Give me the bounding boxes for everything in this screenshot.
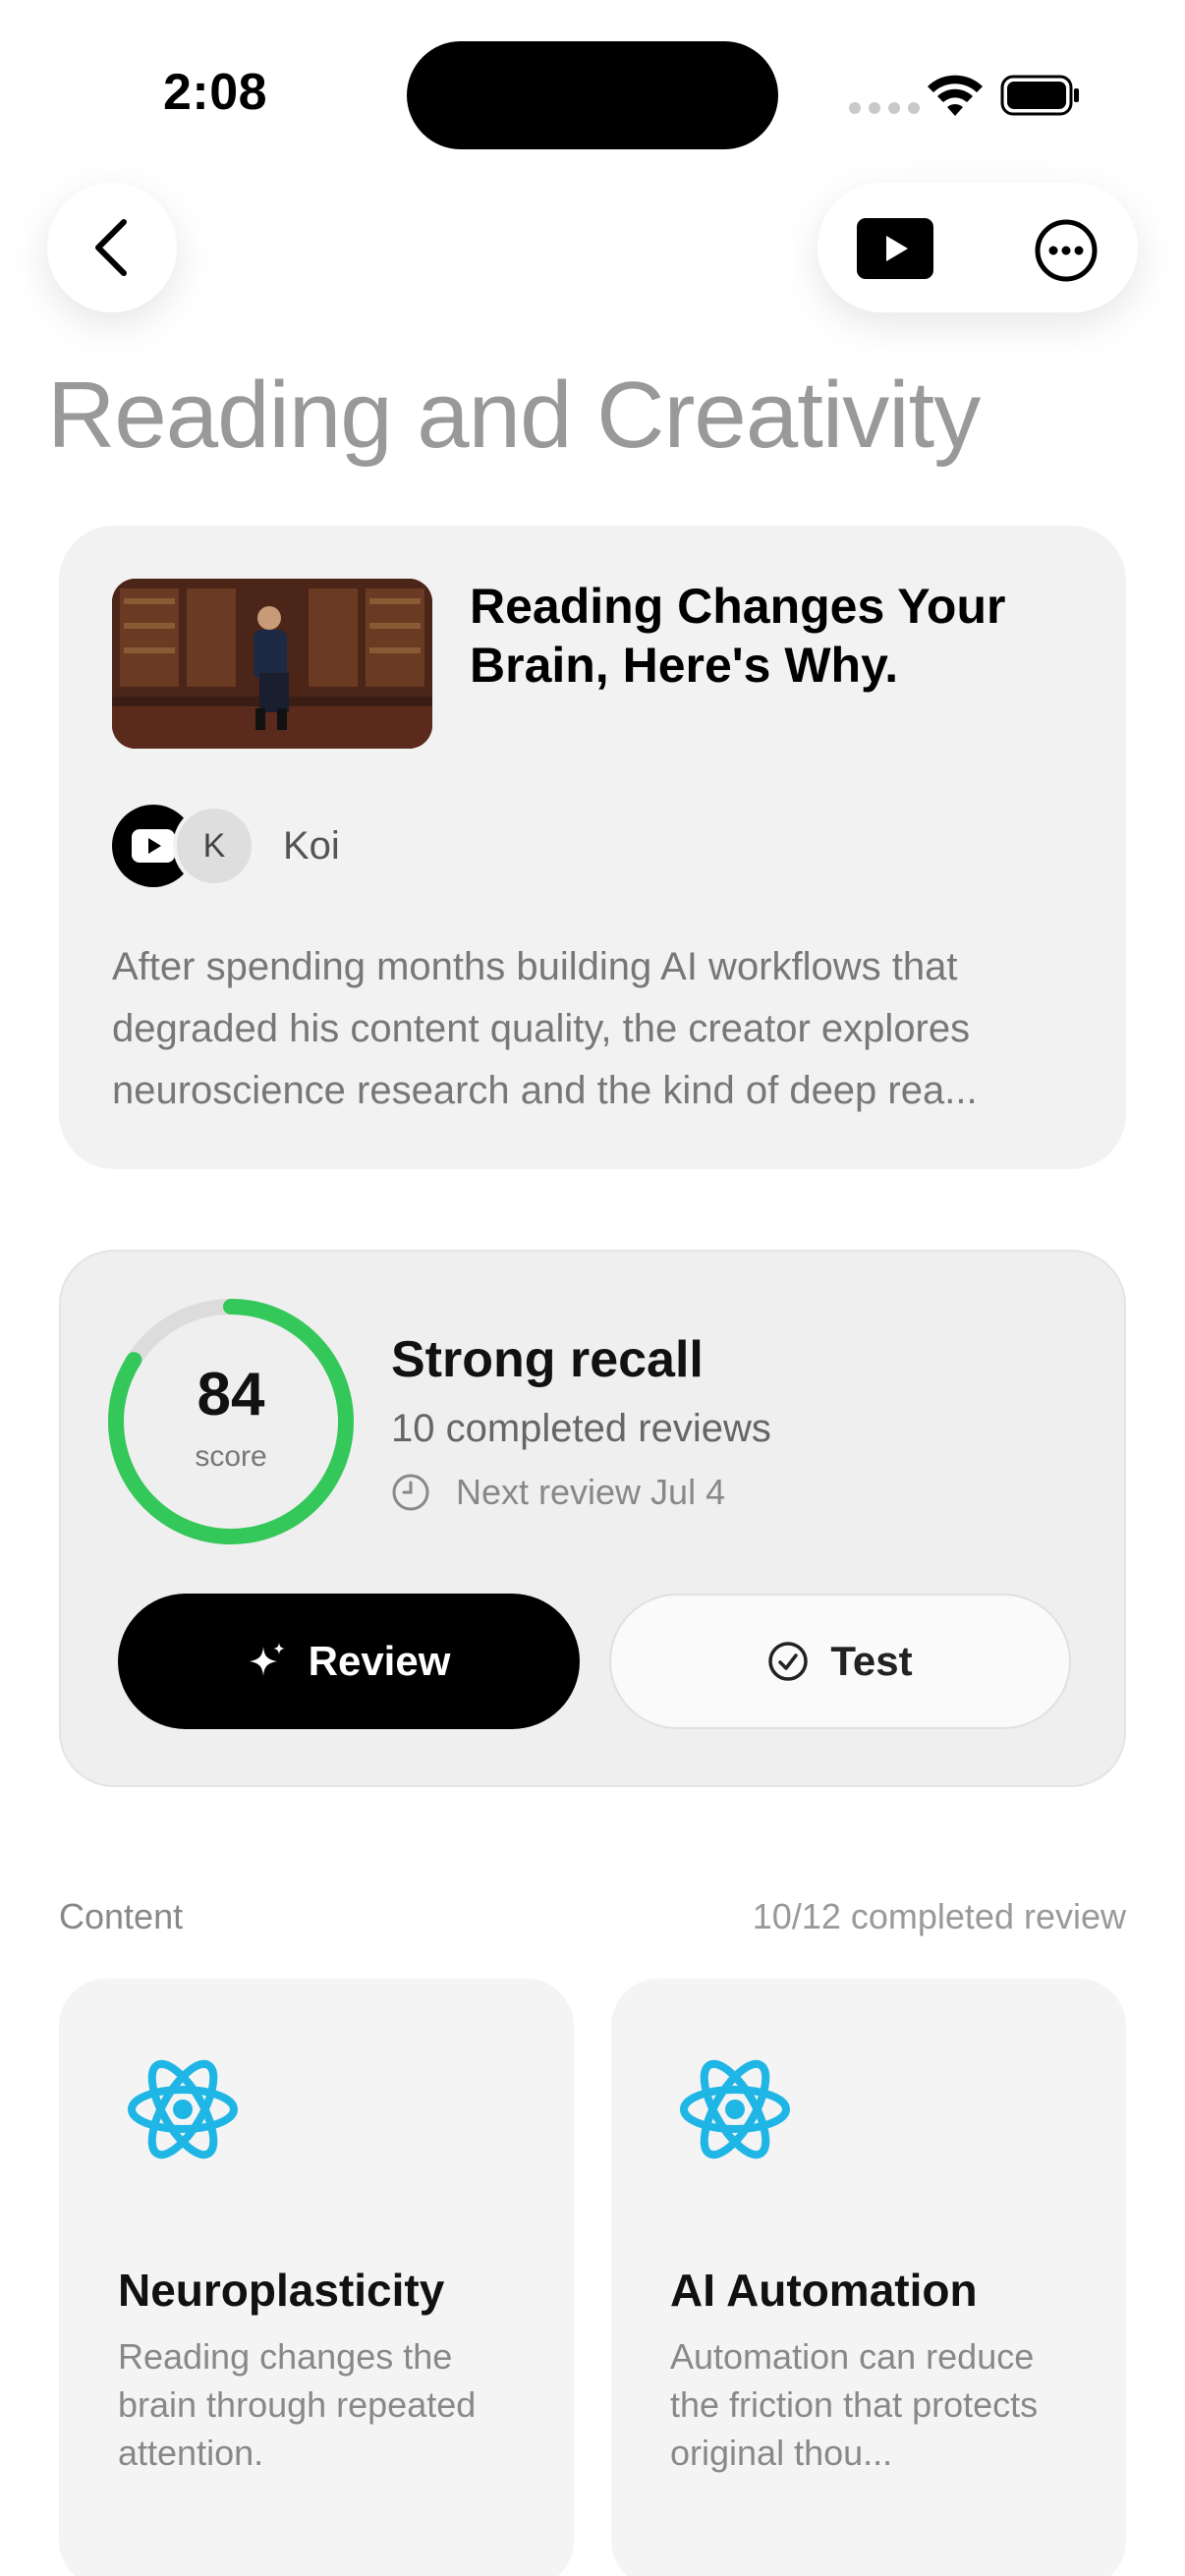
more-options-icon[interactable]	[1034, 218, 1099, 283]
topic-description: Automation can reduce the friction that …	[670, 2336, 1039, 2473]
topic-card-neuroplasticity[interactable]: Neuroplasticity Reading changes the brai…	[59, 1979, 574, 2576]
chevron-left-icon	[95, 219, 127, 276]
channel-avatar: K	[173, 805, 255, 887]
channel-name: Koi	[283, 824, 340, 868]
video-description: After spending months building AI workfl…	[112, 945, 978, 1112]
sparkle-icon	[249, 1643, 285, 1676]
topic-title: Neuroplasticity	[118, 2265, 445, 2316]
topic-title: AI Automation	[670, 2265, 978, 2316]
play-video-icon[interactable]	[857, 218, 933, 279]
next-review-text: Next review Jul 4	[456, 1472, 726, 1512]
battery-icon	[1000, 75, 1079, 116]
wifi-icon	[928, 75, 983, 116]
review-button-label: Review	[308, 1638, 451, 1684]
video-thumbnail[interactable]	[112, 579, 432, 749]
dynamic-island	[407, 41, 778, 149]
atom-icon	[680, 2059, 790, 2159]
clock-icon	[392, 1474, 429, 1511]
back-button[interactable]	[47, 183, 177, 312]
cellular-signal-icon	[849, 102, 920, 114]
review-button[interactable]: Review	[118, 1594, 580, 1729]
thumbnail-image	[112, 579, 432, 749]
reviews-count: 10 completed reviews	[391, 1407, 771, 1450]
channel-row[interactable]: K Koi	[112, 805, 603, 887]
content-section-label: Content	[59, 1896, 184, 1936]
recall-card: 84 score Strong recall 10 completed revi…	[59, 1250, 1126, 1787]
page-title: Reading and Creativity	[47, 363, 981, 468]
video-title: Reading Changes Your Brain, Here's Why.	[470, 579, 1006, 693]
status-time: 2:08	[163, 64, 268, 121]
test-button-label: Test	[830, 1638, 913, 1684]
topic-card-ai-automation[interactable]: AI Automation Automation can reduce the …	[611, 1979, 1126, 2576]
recall-status: Strong recall	[391, 1331, 704, 1388]
check-circle-icon	[768, 1642, 809, 1681]
video-card[interactable]: Reading Changes Your Brain, Here's Why. …	[59, 526, 1126, 1169]
next-review: Next review Jul 4	[391, 1472, 725, 1513]
atom-icon	[128, 2059, 238, 2159]
content-progress: 10/12 completed review	[752, 1896, 1126, 1936]
topic-description: Reading changes the brain through repeat…	[118, 2336, 477, 2473]
score-value: 84	[197, 1361, 265, 1428]
score-label: score	[195, 1440, 267, 1473]
test-button[interactable]: Test	[609, 1594, 1071, 1729]
